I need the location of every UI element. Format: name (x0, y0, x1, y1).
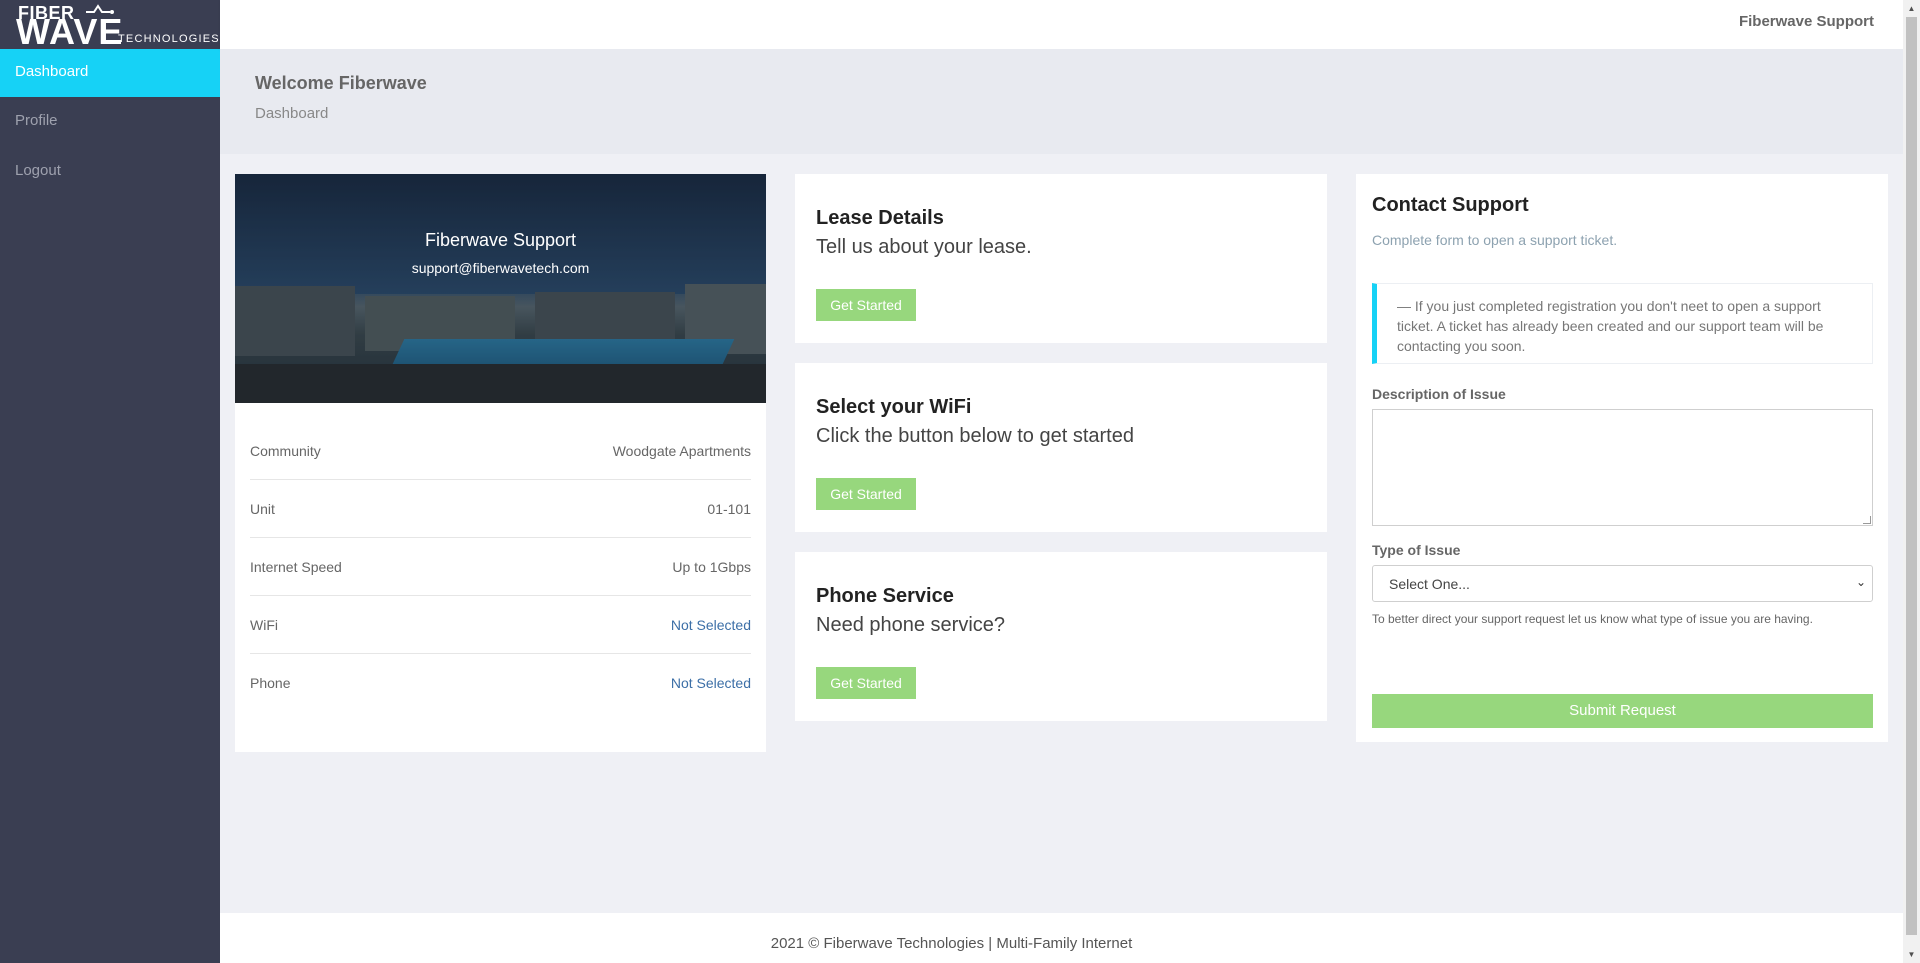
detail-label: Unit (250, 501, 275, 517)
select-value: Select One... (1389, 576, 1470, 592)
detail-value: 01-101 (707, 501, 751, 517)
sidebar-item-logout[interactable]: Logout (0, 147, 220, 197)
type-label: Type of Issue (1372, 542, 1461, 558)
card-title: Phone Service (816, 585, 954, 607)
lease-get-started-button[interactable]: Get Started (816, 289, 916, 321)
phone-get-started-button[interactable]: Get Started (816, 667, 916, 699)
help-text: To better direct your support request le… (1372, 612, 1813, 626)
detail-value: Up to 1Gbps (672, 559, 751, 575)
card-title: Contact Support (1372, 194, 1529, 216)
phone-status-link[interactable]: Not Selected (671, 675, 751, 691)
detail-label: Internet Speed (250, 559, 342, 575)
community-hero-image: Fiberwave Support support@fiberwavetech.… (235, 174, 766, 403)
issue-type-select[interactable]: Select One... ⌄ (1372, 565, 1873, 602)
sidebar: FIBER WAVE TECHNOLOGIES Dashboard Profil… (0, 0, 220, 963)
card-subtitle: Complete form to open a support ticket. (1372, 232, 1618, 248)
registration-notice: — If you just completed registration you… (1372, 283, 1873, 364)
footer: 2021 © Fiberwave Technologies | Multi-Fa… (220, 913, 1903, 963)
detail-row-unit: Unit 01-101 (250, 480, 751, 538)
page-title: Welcome Fiberwave (255, 73, 427, 93)
detail-value: Woodgate Apartments (612, 443, 751, 459)
wifi-get-started-button[interactable]: Get Started (816, 478, 916, 510)
resize-handle-icon[interactable] (1863, 516, 1871, 524)
brand-logo[interactable]: FIBER WAVE TECHNOLOGIES (0, 0, 220, 49)
card-subtitle: Click the button below to get started (816, 425, 1134, 447)
wifi-status-link[interactable]: Not Selected (671, 617, 751, 633)
profile-details: Community Woodgate Apartments Unit 01-10… (250, 422, 751, 712)
scroll-up-icon[interactable]: ▲ (1903, 0, 1920, 17)
chevron-down-icon: ⌄ (1855, 575, 1866, 589)
topbar: Fiberwave Support (220, 0, 1903, 49)
logo-text-technologies: TECHNOLOGIES (118, 33, 220, 45)
detail-row-wifi: WiFi Not Selected (250, 596, 751, 654)
breadcrumb: Dashboard (255, 105, 329, 122)
user-menu[interactable]: Fiberwave Support (1739, 13, 1874, 30)
profile-email: support@fiberwavetech.com (411, 260, 590, 276)
profile-name: Fiberwave Support (424, 230, 577, 250)
description-textarea[interactable] (1372, 409, 1873, 526)
detail-row-community: Community Woodgate Apartments (250, 422, 751, 480)
footer-text: 2021 © Fiberwave Technologies | Multi-Fa… (770, 935, 1133, 952)
card-title: Lease Details (816, 207, 944, 229)
detail-label: Phone (250, 675, 291, 691)
page-header: Welcome Fiberwave Dashboard (220, 49, 1903, 154)
submit-request-button[interactable]: Submit Request (1372, 694, 1873, 728)
description-label: Description of Issue (1372, 386, 1506, 402)
card-subtitle: Need phone service? (816, 614, 1006, 636)
vertical-scrollbar[interactable]: ▲ ▼ (1903, 0, 1920, 963)
scroll-down-icon[interactable]: ▼ (1903, 946, 1920, 963)
phone-service-card: Phone Service Need phone service? Get St… (795, 552, 1327, 721)
sidebar-item-dashboard[interactable]: Dashboard (0, 49, 220, 97)
lease-details-card: Lease Details Tell us about your lease. … (795, 174, 1327, 343)
sidebar-item-profile[interactable]: Profile (0, 97, 220, 147)
detail-label: WiFi (250, 617, 278, 633)
wave-logo-icon (86, 4, 114, 14)
profile-card: Fiberwave Support support@fiberwavetech.… (235, 174, 766, 752)
contact-support-card: Contact Support Complete form to open a … (1356, 174, 1888, 742)
detail-row-phone: Phone Not Selected (250, 654, 751, 712)
scrollbar-thumb[interactable] (1906, 17, 1917, 935)
detail-row-internet-speed: Internet Speed Up to 1Gbps (250, 538, 751, 596)
notice-text: — If you just completed registration you… (1397, 298, 1824, 354)
detail-label: Community (250, 443, 321, 459)
card-title: Select your WiFi (816, 396, 972, 418)
wifi-card: Select your WiFi Click the button below … (795, 363, 1327, 532)
card-subtitle: Tell us about your lease. (816, 236, 1032, 258)
